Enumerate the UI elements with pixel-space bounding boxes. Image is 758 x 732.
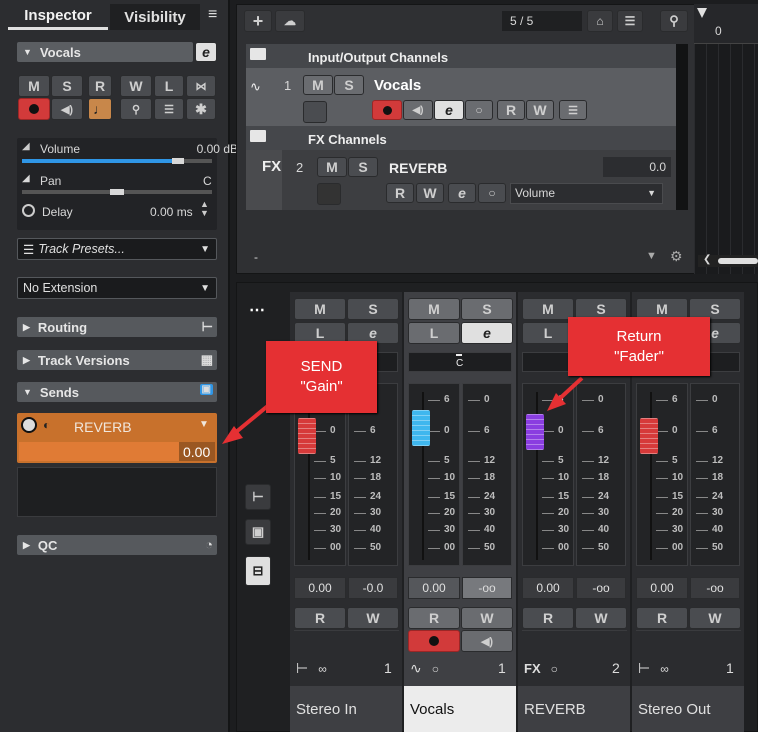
callout-send-gain: SEND "Gain": [266, 341, 377, 413]
callout-line: Return: [616, 327, 662, 345]
callout-line: "Gain": [300, 378, 343, 395]
callout-line: "Fader": [614, 347, 664, 365]
callout-return-fader: Return "Fader": [568, 317, 710, 376]
callout-line: SEND: [300, 358, 343, 375]
